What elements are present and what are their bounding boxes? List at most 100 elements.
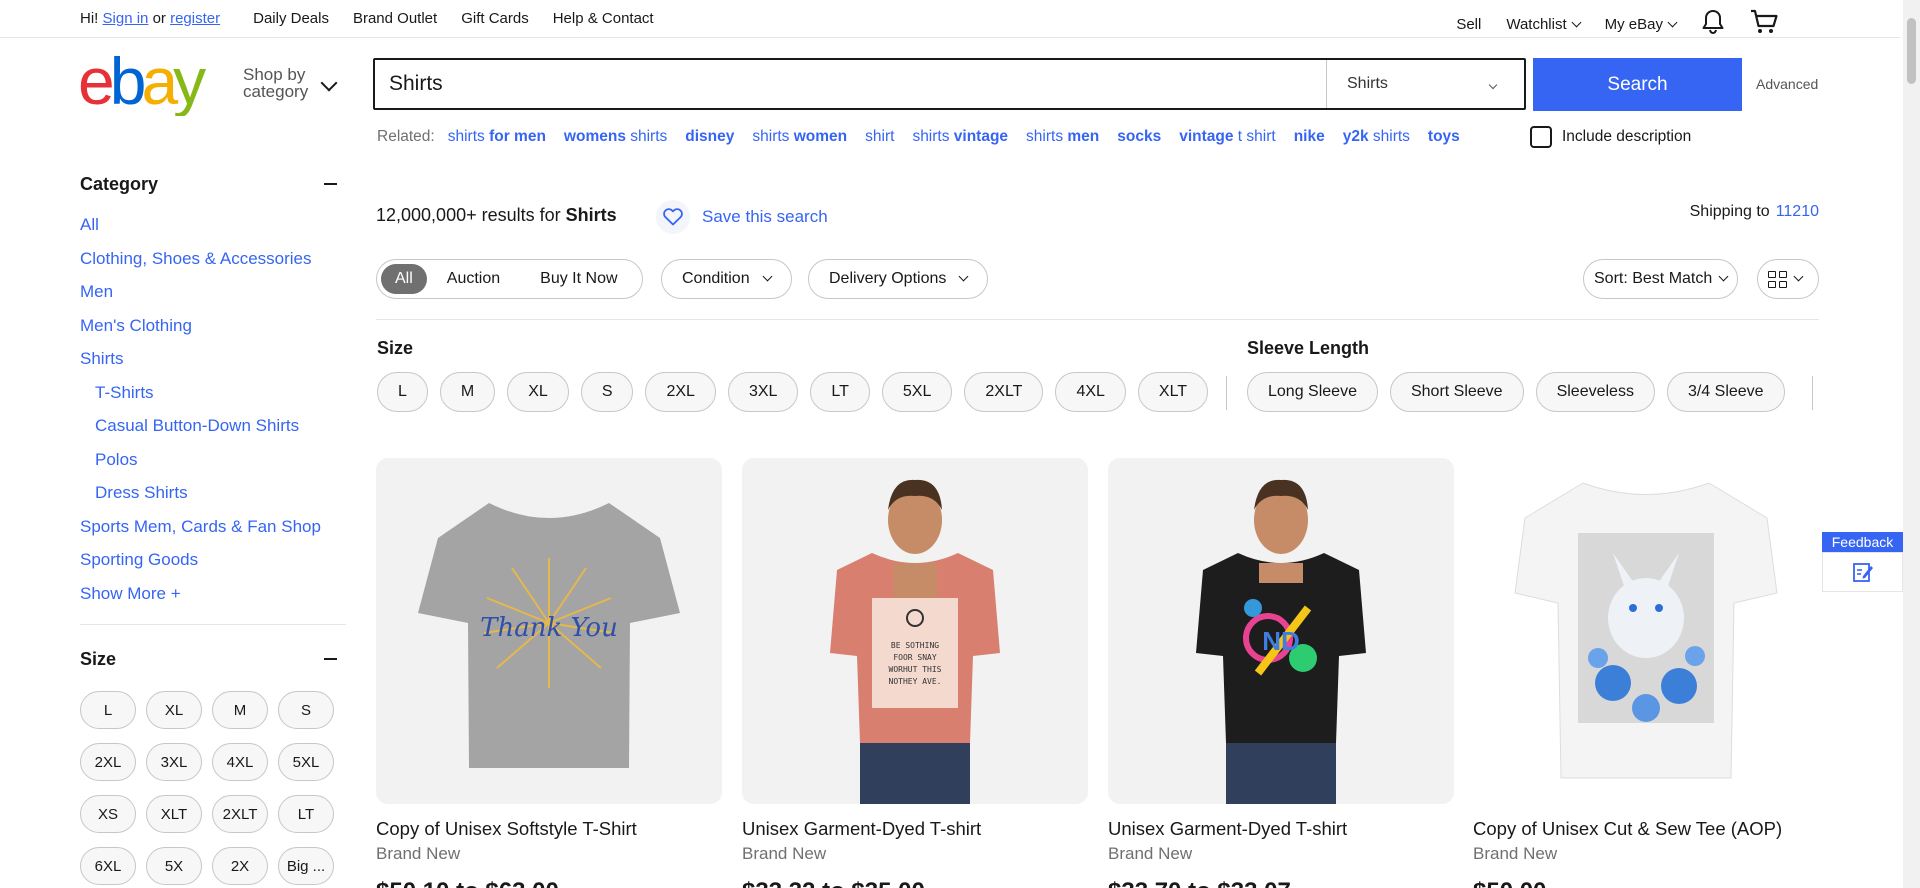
item-image[interactable] <box>1473 458 1819 804</box>
sort-dropdown[interactable]: Sort: Best Match <box>1583 259 1739 299</box>
sell-link[interactable]: Sell <box>1456 16 1481 33</box>
brand-outlet-link[interactable]: Brand Outlet <box>353 10 437 27</box>
advanced-search-link[interactable]: Advanced <box>1756 76 1818 92</box>
item-image[interactable]: BE SOTHING FOOR SNAY WORHUT THIS NOTHEY … <box>742 458 1088 804</box>
size-chip[interactable]: XL <box>146 691 202 729</box>
size-filter-chip[interactable]: 2XLT <box>964 372 1044 412</box>
chevron-down-icon[interactable] <box>320 74 338 92</box>
size-chip[interactable]: 6XL <box>80 847 136 885</box>
checkbox-icon[interactable] <box>1530 126 1552 148</box>
tab-all[interactable]: All <box>381 264 427 294</box>
related-link[interactable]: nike <box>1294 128 1325 146</box>
shop-by-category[interactable]: Shop by category <box>243 66 308 100</box>
subcategory-item[interactable]: Dress Shirts <box>80 476 346 510</box>
gift-cards-link[interactable]: Gift Cards <box>461 10 529 27</box>
size-filter-chip[interactable]: XLT <box>1137 372 1209 412</box>
watchlist-dropdown[interactable]: Watchlist <box>1506 16 1582 33</box>
size-filter-chip[interactable]: LT <box>810 372 870 412</box>
notification-bell-icon[interactable] <box>1701 9 1725 39</box>
size-filter-chip[interactable]: XL <box>507 372 569 412</box>
size-chip[interactable]: XS <box>80 795 136 833</box>
size-chip[interactable]: S <box>278 691 334 729</box>
category-item[interactable]: Men <box>80 275 346 309</box>
collapse-minus-icon[interactable] <box>324 658 337 660</box>
include-description-checkbox[interactable]: Include description <box>1530 126 1691 148</box>
category-item[interactable]: Sporting Goods <box>80 543 346 577</box>
item-card[interactable]: BE SOTHING FOOR SNAY WORHUT THIS NOTHEY … <box>742 458 1088 888</box>
collapse-minus-icon[interactable] <box>324 183 337 185</box>
tab-buy-it-now[interactable]: Buy It Now <box>520 264 637 294</box>
show-more-link[interactable]: Show More + <box>80 577 346 611</box>
size-chip[interactable]: 2X <box>212 847 268 885</box>
size-chip[interactable]: 2XLT <box>212 795 268 833</box>
size-chip[interactable]: 5X <box>146 847 202 885</box>
view-toggle-dropdown[interactable] <box>1757 259 1819 299</box>
size-chip[interactable]: 3XL <box>146 743 202 781</box>
item-card[interactable]: Copy of Unisex Cut & Sew Tee (AOP) Brand… <box>1473 458 1819 888</box>
cart-icon[interactable] <box>1750 9 1778 39</box>
sleeve-filter-chip[interactable]: Sleeveless <box>1535 372 1655 412</box>
related-link[interactable]: shirts vintage <box>912 128 1008 146</box>
scrollbar-thumb[interactable] <box>1907 18 1916 84</box>
size-filter-chip[interactable]: 4XL <box>1055 372 1126 412</box>
save-search-button[interactable]: Save this search <box>656 200 828 234</box>
related-link[interactable]: y2k shirts <box>1343 128 1410 146</box>
feedback-tab[interactable]: Feedback <box>1822 532 1903 592</box>
related-link[interactable]: vintage t shirt <box>1179 128 1275 146</box>
subcategory-item[interactable]: T-Shirts <box>80 376 346 410</box>
subcategory-item[interactable]: Polos <box>80 443 346 477</box>
size-chip[interactable]: XLT <box>146 795 202 833</box>
item-card[interactable]: ND Unisex Garment-Dyed T-shirt Brand New… <box>1108 458 1454 888</box>
sign-in-link[interactable]: Sign in <box>103 10 149 27</box>
related-link[interactable]: shirt <box>865 128 894 146</box>
size-filter-chip[interactable]: 3XL <box>727 372 799 412</box>
size-chip[interactable]: Big ... <box>278 847 334 885</box>
search-input[interactable] <box>375 60 1326 108</box>
size-chip[interactable]: 2XL <box>80 743 136 781</box>
help-contact-link[interactable]: Help & Contact <box>553 10 654 27</box>
search-button[interactable]: Search <box>1533 58 1742 111</box>
category-item[interactable]: Clothing, Shoes & Accessories <box>80 242 346 276</box>
related-link[interactable]: toys <box>1428 128 1460 146</box>
size-chip[interactable]: LT <box>278 795 334 833</box>
delivery-options-dropdown[interactable]: Delivery Options <box>808 259 989 299</box>
register-link[interactable]: register <box>170 10 220 27</box>
item-title[interactable]: Unisex Garment-Dyed T-shirt <box>742 818 1088 841</box>
related-link[interactable]: shirts women <box>752 128 847 146</box>
sleeve-filter-chip[interactable]: Long Sleeve <box>1247 372 1378 412</box>
zip-link[interactable]: 11210 <box>1776 203 1819 220</box>
ebay-logo[interactable]: ebay <box>78 44 228 118</box>
size-filter-chip[interactable]: 5XL <box>881 372 953 412</box>
related-link[interactable]: shirts for men <box>448 128 546 146</box>
category-item[interactable]: Sports Mem, Cards & Fan Shop <box>80 510 346 544</box>
size-chip[interactable]: L <box>80 691 136 729</box>
sleeve-filter-chip[interactable]: Short Sleeve <box>1389 372 1524 412</box>
item-image[interactable]: Thank You <box>376 458 722 804</box>
size-chip[interactable]: M <box>212 691 268 729</box>
condition-dropdown[interactable]: Condition <box>661 259 792 299</box>
size-filter-chip[interactable]: M <box>439 372 496 412</box>
item-title[interactable]: Unisex Garment-Dyed T-shirt <box>1108 818 1454 841</box>
item-title[interactable]: Copy of Unisex Cut & Sew Tee (AOP) <box>1473 818 1819 841</box>
page-scrollbar[interactable] <box>1903 0 1920 888</box>
size-section-header[interactable]: Size <box>80 635 346 683</box>
sleeve-filter-chip[interactable]: 3/4 Sleeve <box>1666 372 1785 412</box>
size-chip[interactable]: 4XL <box>212 743 268 781</box>
size-filter-chip[interactable]: 2XL <box>645 372 716 412</box>
related-link[interactable]: shirts men <box>1026 128 1099 146</box>
daily-deals-link[interactable]: Daily Deals <box>253 10 329 27</box>
item-title[interactable]: Copy of Unisex Softstyle T-Shirt <box>376 818 722 841</box>
subcategory-item[interactable]: Casual Button-Down Shirts <box>80 409 346 443</box>
my-ebay-dropdown[interactable]: My eBay <box>1605 16 1678 33</box>
item-card[interactable]: Thank You Copy of Unisex Softstyle T-Shi… <box>376 458 722 888</box>
related-link[interactable]: womens shirts <box>564 128 667 146</box>
tab-auction[interactable]: Auction <box>427 264 520 294</box>
size-filter-chip[interactable]: L <box>377 372 428 412</box>
size-chip[interactable]: 5XL <box>278 743 334 781</box>
search-category-select[interactable]: Shirts <box>1326 60 1524 108</box>
category-section-header[interactable]: Category <box>80 160 346 208</box>
size-filter-chip[interactable]: S <box>580 372 634 412</box>
heart-icon[interactable] <box>656 200 690 234</box>
feedback-label[interactable]: Feedback <box>1822 532 1903 552</box>
item-image[interactable]: ND <box>1108 458 1454 804</box>
